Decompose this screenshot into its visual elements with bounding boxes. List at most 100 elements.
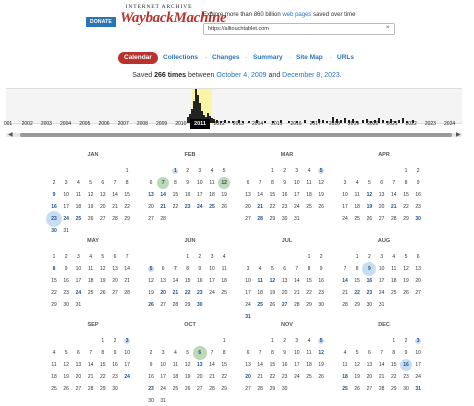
calendar-day[interactable]: 24 bbox=[194, 204, 206, 210]
year-label[interactable]: 2021 bbox=[382, 121, 402, 127]
calendar-day[interactable]: 12 bbox=[315, 350, 327, 356]
year-label[interactable]: 2008 bbox=[132, 121, 152, 127]
calendar-day[interactable]: 16 bbox=[400, 362, 412, 368]
calendar-day[interactable]: 25 bbox=[206, 204, 218, 210]
year-label[interactable]: 2003 bbox=[36, 121, 56, 127]
calendar-day[interactable]: 7 bbox=[169, 266, 181, 272]
calendar-day[interactable]: 16 bbox=[363, 278, 375, 284]
calendar-day[interactable]: 21 bbox=[254, 204, 266, 210]
url-search-input[interactable]: https://alltouchtablet.com bbox=[203, 23, 395, 35]
calendar-day[interactable]: 1 bbox=[169, 168, 181, 174]
calendar-day: 4 bbox=[77, 180, 80, 186]
year-label[interactable]: 2017 bbox=[305, 121, 325, 127]
year-label[interactable]: 2013 bbox=[228, 121, 248, 127]
calendar-day[interactable]: 5 bbox=[145, 266, 157, 272]
calendar-day[interactable]: 12 bbox=[218, 180, 230, 186]
year-label[interactable]: 2002 bbox=[17, 121, 37, 127]
calendar-day[interactable]: 31 bbox=[412, 386, 424, 392]
tab-site-map[interactable]: Site Map bbox=[296, 52, 323, 64]
year-label[interactable]: 2012 bbox=[209, 121, 229, 127]
year-label[interactable]: 2005 bbox=[75, 121, 95, 127]
calendar-day[interactable]: 24 bbox=[60, 216, 72, 222]
calendar-day[interactable]: 22 bbox=[351, 290, 363, 296]
calendar-day[interactable]: 30 bbox=[194, 302, 206, 308]
donate-button[interactable]: DONATE bbox=[86, 17, 116, 27]
tab-urls[interactable]: URLs bbox=[337, 52, 354, 64]
calendar-day[interactable]: 27 bbox=[279, 302, 291, 308]
calendar-day[interactable]: 7 bbox=[157, 180, 169, 186]
year-label[interactable]: 2010 bbox=[171, 121, 191, 127]
tab-collections[interactable]: Collections bbox=[163, 52, 198, 64]
last-capture-link[interactable]: December 8, 2023 bbox=[282, 72, 340, 79]
calendar-day[interactable]: 21 bbox=[169, 290, 181, 296]
calendar-day[interactable]: 8 bbox=[48, 266, 60, 272]
calendar-day[interactable]: 12 bbox=[266, 278, 278, 284]
tab-calendar[interactable]: Calendar bbox=[118, 52, 158, 64]
calendar-day[interactable]: 20 bbox=[242, 374, 254, 380]
wayback-logo[interactable]: INTERNET ARCHIVE WaybackMachine bbox=[120, 4, 227, 36]
calendar-day[interactable]: 25 bbox=[339, 386, 351, 392]
calendar-day[interactable]: 23 bbox=[48, 216, 60, 222]
calendar-day[interactable]: 31 bbox=[242, 314, 254, 320]
scroll-left-icon[interactable]: ◀ bbox=[8, 131, 13, 138]
tab-summary[interactable]: Summary bbox=[253, 52, 283, 64]
calendar-day[interactable]: 9 bbox=[48, 192, 60, 198]
year-label[interactable]: 2014 bbox=[248, 121, 268, 127]
calendar-day[interactable]: 24 bbox=[121, 374, 133, 380]
calendar-day[interactable]: 13 bbox=[145, 192, 157, 198]
calendar-day[interactable]: 25 bbox=[254, 302, 266, 308]
calendar-day[interactable]: 11 bbox=[254, 278, 266, 284]
calendar-day[interactable]: 19 bbox=[363, 204, 375, 210]
year-label[interactable]: 2020 bbox=[363, 121, 383, 127]
calendar-day[interactable]: 14 bbox=[157, 192, 169, 198]
year-label[interactable]: 001 bbox=[0, 121, 18, 127]
tab-changes[interactable]: Changes bbox=[212, 52, 239, 64]
year-label[interactable]: 2009 bbox=[152, 121, 172, 127]
calendar-day[interactable]: 30 bbox=[412, 216, 424, 222]
year-label[interactable]: 2018 bbox=[324, 121, 344, 127]
calendar-day[interactable]: 23 bbox=[182, 204, 194, 210]
calendar-day[interactable]: 23 bbox=[194, 290, 206, 296]
calendar-day: 19 bbox=[100, 278, 106, 284]
scroll-right-icon[interactable]: ▶ bbox=[456, 131, 461, 138]
calendar-day[interactable]: 6 bbox=[194, 350, 206, 356]
calendar-day: 27 bbox=[366, 386, 373, 392]
calendar-day[interactable]: 12 bbox=[363, 192, 375, 198]
calendar-day[interactable]: 16 bbox=[48, 204, 60, 210]
year-label[interactable]: 2011 bbox=[190, 119, 210, 129]
calendar-day[interactable]: 21 bbox=[157, 204, 169, 210]
calendar-day[interactable]: 3 bbox=[412, 338, 424, 344]
year-label[interactable]: 2024 bbox=[440, 121, 460, 127]
year-label[interactable]: 2016 bbox=[286, 121, 306, 127]
calendar-day[interactable]: 23 bbox=[145, 386, 157, 392]
calendar-day: 2 bbox=[64, 254, 68, 260]
calendar-day[interactable]: 24 bbox=[72, 290, 84, 296]
calendar-day[interactable]: 5 bbox=[315, 168, 327, 174]
calendar-day[interactable]: 20 bbox=[157, 290, 169, 296]
year-label[interactable]: 2007 bbox=[113, 121, 133, 127]
calendar-day[interactable]: 21 bbox=[388, 204, 400, 210]
calendar-day[interactable]: 22 bbox=[182, 290, 194, 296]
calendar-day[interactable]: 3 bbox=[121, 338, 133, 344]
first-capture-link[interactable]: October 4, 2009 bbox=[216, 72, 266, 79]
calendar-day[interactable]: 13 bbox=[194, 362, 206, 368]
year-label[interactable]: 2022 bbox=[401, 121, 421, 127]
year-label[interactable]: 2019 bbox=[344, 121, 364, 127]
year-label[interactable]: 2006 bbox=[94, 121, 114, 127]
calendar-day: 12 bbox=[184, 362, 191, 368]
calendar-day[interactable]: 14 bbox=[339, 278, 351, 284]
calendar-day[interactable]: 5 bbox=[315, 338, 327, 344]
year-label[interactable]: 2004 bbox=[56, 121, 76, 127]
calendar-day[interactable]: 25 bbox=[72, 216, 84, 222]
calendar-day[interactable]: 23 bbox=[363, 290, 375, 296]
calendar-day[interactable]: 9 bbox=[363, 266, 375, 272]
calendar-day[interactable]: 26 bbox=[145, 302, 157, 308]
year-label[interactable]: 2023 bbox=[420, 121, 440, 127]
timeline-scroll-thumb[interactable] bbox=[20, 133, 452, 137]
year-label[interactable]: 2015 bbox=[267, 121, 287, 127]
web-pages-link[interactable]: web pages bbox=[282, 12, 311, 18]
calendar-day[interactable]: 28 bbox=[254, 216, 266, 222]
calendar-day[interactable]: 18 bbox=[339, 374, 351, 380]
clear-icon[interactable]: × bbox=[386, 25, 390, 31]
calendar-day[interactable]: 30 bbox=[48, 228, 60, 234]
